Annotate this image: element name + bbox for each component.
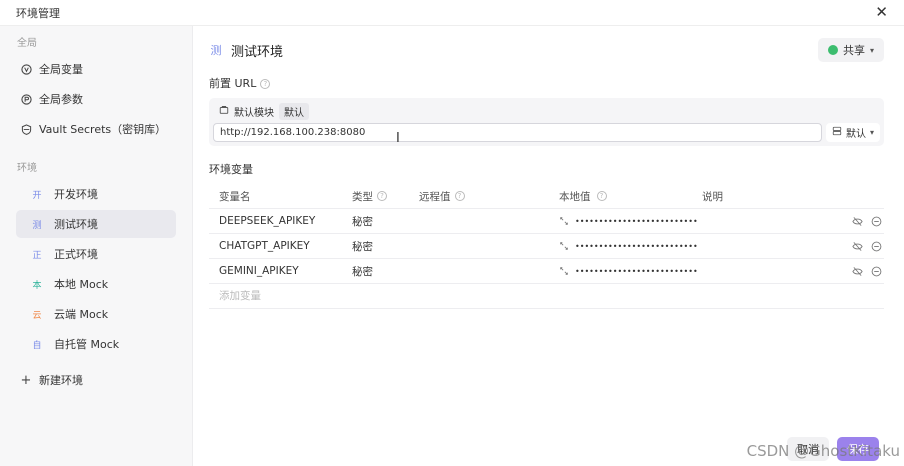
text-cursor-icon: I [396, 131, 400, 146]
eye-off-icon[interactable] [852, 216, 863, 227]
sidebar-item-label: 云端 Mock [54, 308, 109, 321]
sync-icon[interactable] [559, 266, 569, 276]
sidebar-section-env: 环境 [17, 163, 37, 174]
base-url-input[interactable] [213, 123, 822, 142]
var-local-value: •••••••••••••••••••••••••• [575, 216, 698, 226]
var-local-value: •••••••••••••••••••••••••• [575, 241, 698, 251]
var-name[interactable]: GEMINI_APIKEY [209, 265, 352, 277]
help-icon[interactable]: ? [260, 79, 271, 89]
eye-off-icon[interactable] [852, 241, 863, 252]
env-badge-icon: 测 [210, 44, 222, 57]
table-header: 变量名 类型? 远程值? 本地值? 说明 [209, 184, 884, 209]
module-icon [219, 105, 229, 118]
sidebar-item-prod-env[interactable]: 正 正式环境 [16, 240, 176, 268]
sidebar-item-cloud-mock[interactable]: 云 云端 Mock [16, 300, 176, 328]
sidebar-item-label: 开发环境 [54, 188, 98, 201]
table-row: CHATGPT_APIKEY 秘密 ••••••••••••••••••••••… [209, 234, 884, 259]
var-local-cell[interactable]: •••••••••••••••••••••••••• [559, 266, 702, 276]
env-vars-table: 变量名 类型? 远程值? 本地值? 说明 DEEPSEEK_APIKEY 秘密 … [209, 184, 884, 309]
var-local-value: •••••••••••••••••••••••••• [575, 266, 698, 276]
share-label: 共享 [842, 44, 865, 57]
col-header-name: 变量名 [219, 190, 251, 203]
col-header-type: 类型? [352, 189, 419, 204]
server-select[interactable]: 默认 ▾ [825, 123, 880, 142]
vault-icon [20, 123, 32, 135]
env-badge-icon: 本 [32, 280, 42, 291]
col-header-desc: 说明 [702, 190, 723, 203]
share-button[interactable]: 共享 ▾ [817, 38, 884, 62]
sidebar-item-label: 全局变量 [39, 63, 83, 76]
close-icon[interactable]: ✕ [875, 5, 888, 20]
env-badge-icon: 云 [32, 310, 42, 321]
help-icon[interactable]: ? [454, 191, 465, 201]
chevron-down-icon: ▾ [869, 45, 874, 55]
footer-buttons: 取消 保存 [787, 437, 879, 461]
sync-icon[interactable] [559, 241, 569, 251]
new-env-label: 新建环境 [39, 374, 83, 387]
save-button[interactable]: 保存 [837, 437, 879, 461]
remove-icon[interactable] [871, 266, 882, 277]
var-name[interactable]: DEEPSEEK_APIKEY [209, 215, 352, 227]
server-select-value: 默认 [845, 129, 866, 140]
var-type[interactable]: 秘密 [352, 214, 419, 229]
eye-off-icon[interactable] [852, 266, 863, 277]
env-badge-icon: 自 [32, 340, 42, 351]
sidebar-item-label: 正式环境 [54, 248, 98, 261]
var-local-cell[interactable]: •••••••••••••••••••••••••• [559, 216, 702, 226]
module-label: 默认模块 [234, 107, 274, 119]
sync-icon[interactable] [559, 216, 569, 226]
module-tag: 默认 [279, 102, 309, 120]
sidebar-item-local-mock[interactable]: 本 本地 Mock [16, 270, 176, 298]
remove-icon[interactable] [871, 216, 882, 227]
env-header: 测 测试环境 共享 ▾ [209, 30, 884, 70]
window-titlebar: 环境管理 ✕ [0, 0, 904, 26]
sidebar-item-label: 自托管 Mock [54, 338, 120, 351]
remove-icon[interactable] [871, 241, 882, 252]
window-title: 环境管理 [16, 6, 60, 20]
cancel-button[interactable]: 取消 [787, 437, 829, 461]
sidebar-section-global: 全局 [17, 38, 37, 49]
env-badge-icon: 测 [32, 220, 42, 231]
plus-icon: + [20, 372, 32, 388]
globe-icon [827, 45, 838, 55]
chevron-down-icon: ▾ [869, 128, 874, 137]
table-row: GEMINI_APIKEY 秘密 •••••••••••••••••••••••… [209, 259, 884, 284]
col-header-local: 本地值? [559, 189, 702, 204]
sidebar-item-label: 测试环境 [54, 218, 98, 231]
variable-icon [20, 63, 32, 75]
base-url-label: 前置 URL [209, 77, 257, 90]
help-icon[interactable]: ? [377, 191, 387, 201]
col-header-remote: 远程值? [419, 189, 559, 204]
add-variable-row[interactable]: 添加变量 [209, 284, 884, 309]
help-icon[interactable]: ? [596, 191, 607, 201]
var-local-cell[interactable]: •••••••••••••••••••••••••• [559, 241, 702, 251]
sidebar-item-global-params[interactable]: 全局参数 [16, 85, 176, 113]
base-url-label-row: 前置 URL ? [209, 74, 884, 94]
var-type[interactable]: 秘密 [352, 239, 419, 254]
new-env-button[interactable]: + 新建环境 [16, 366, 176, 394]
sidebar-item-global-variables[interactable]: 全局变量 [16, 55, 176, 83]
sidebar-item-label: 本地 Mock [54, 278, 109, 291]
sidebar-item-dev-env[interactable]: 开 开发环境 [16, 180, 176, 208]
sidebar-item-label: Vault Secrets（密钥库） [39, 123, 167, 136]
main-panel: 测 测试环境 共享 ▾ 前置 URL ? 默认模块 默认 默认 ▾ [193, 26, 904, 466]
env-badge-icon: 开 [32, 190, 42, 201]
url-row: 默认 ▾ [213, 123, 880, 142]
param-icon [20, 93, 32, 105]
sidebar-item-vault-secrets[interactable]: Vault Secrets（密钥库） [16, 115, 176, 143]
base-url-box: 默认模块 默认 默认 ▾ [209, 98, 884, 146]
sidebar-item-label: 全局参数 [39, 93, 83, 106]
env-name[interactable]: 测试环境 [231, 41, 283, 60]
server-icon [832, 126, 842, 139]
env-badge-icon: 正 [32, 250, 42, 261]
module-row: 默认模块 默认 [213, 102, 880, 120]
sidebar-item-selfhosted-mock[interactable]: 自 自托管 Mock [16, 330, 176, 358]
var-type[interactable]: 秘密 [352, 264, 419, 279]
var-name[interactable]: CHATGPT_APIKEY [209, 240, 352, 252]
sidebar-item-test-env[interactable]: 测 测试环境 [16, 210, 176, 238]
sidebar: 全局 全局变量 全局参数 Vault Secrets（密钥库） 环境 开 开发环… [0, 26, 193, 466]
env-vars-title: 环境变量 [209, 163, 253, 176]
table-row: DEEPSEEK_APIKEY 秘密 •••••••••••••••••••••… [209, 209, 884, 234]
